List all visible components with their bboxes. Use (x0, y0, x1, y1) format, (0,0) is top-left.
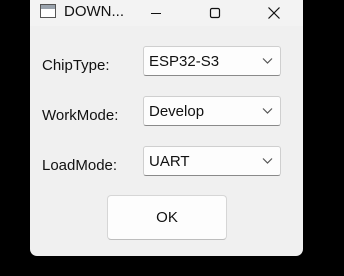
window-title: DOWN... (64, 3, 124, 20)
load-mode-select[interactable]: UART (143, 146, 281, 176)
minimize-button[interactable] (133, 0, 179, 26)
chip-type-value: ESP32-S3 (149, 53, 220, 70)
app-window-icon (40, 4, 56, 18)
load-mode-value: UART (149, 153, 190, 170)
maximize-button[interactable] (192, 0, 238, 26)
chip-type-label: ChipType: (42, 57, 110, 74)
ok-button[interactable]: OK (107, 195, 227, 240)
work-mode-select[interactable]: Develop (143, 96, 281, 126)
title-bar[interactable]: DOWN... (30, 0, 303, 26)
close-icon (268, 7, 280, 19)
load-mode-label: LoadMode: (42, 157, 118, 174)
minimize-icon (151, 13, 161, 14)
work-mode-label: WorkMode: (42, 107, 119, 124)
chevron-down-icon (262, 108, 273, 114)
work-mode-value: Develop (149, 103, 205, 120)
chevron-down-icon (262, 58, 273, 64)
dialog-window: DOWN... ChipType: ESP32-S3 WorkMode: Dev… (30, 0, 303, 256)
chip-type-select[interactable]: ESP32-S3 (143, 46, 281, 76)
maximize-icon (209, 7, 221, 19)
close-button[interactable] (251, 0, 297, 26)
chevron-down-icon (262, 158, 273, 164)
